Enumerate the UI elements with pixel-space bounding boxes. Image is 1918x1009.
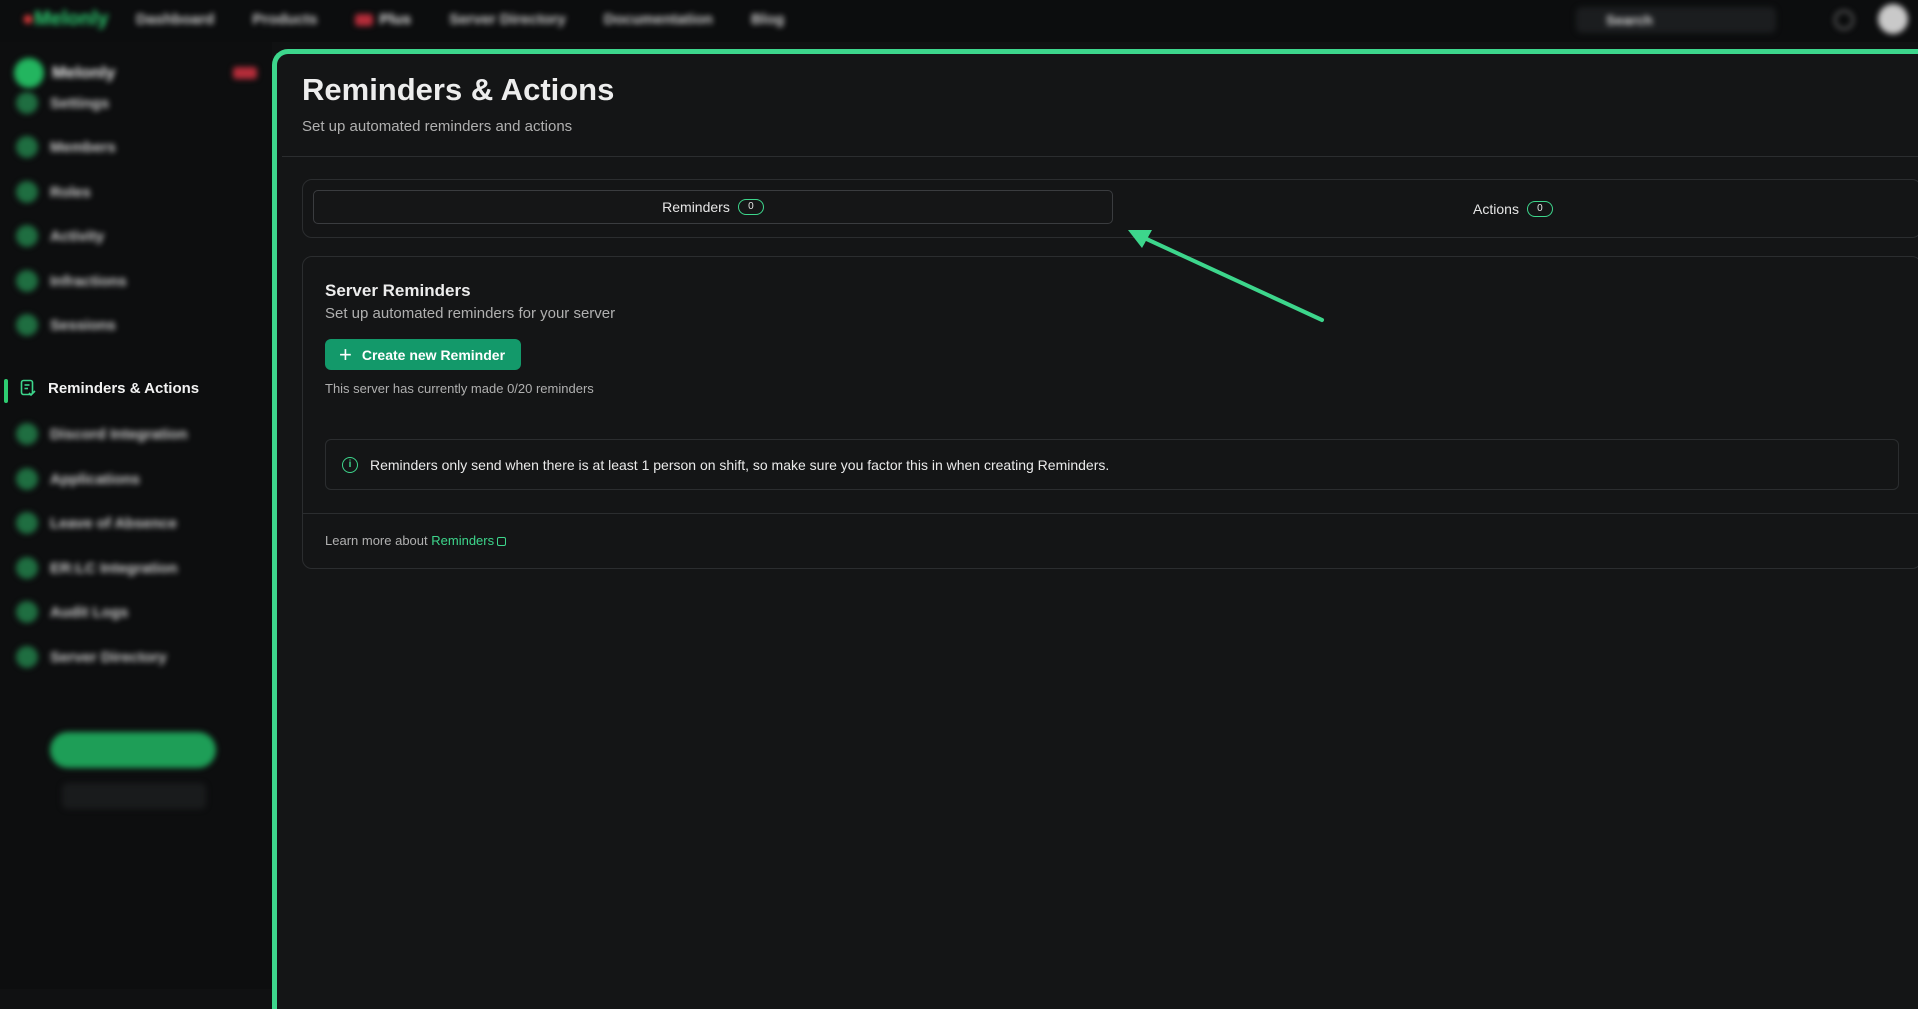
- sidebar-item-infractions[interactable]: Infractions: [16, 270, 127, 292]
- leave-icon: [16, 512, 38, 534]
- audit-logs-icon: [16, 601, 38, 623]
- header-divider: [282, 156, 1918, 157]
- directory-icon: [16, 646, 38, 668]
- external-link-icon: [497, 537, 507, 546]
- server-selector[interactable]: Melonly: [14, 58, 258, 88]
- sidebar-item-settings[interactable]: Settings: [16, 92, 109, 114]
- reminders-count-badge: 0: [737, 199, 764, 215]
- reminder-count-text: This server has currently made 0/20 remi…: [325, 381, 594, 396]
- tab-actions[interactable]: Actions 0: [1113, 192, 1913, 226]
- sidebar-item-roles[interactable]: Roles: [16, 181, 91, 203]
- card-title: Server Reminders: [325, 281, 471, 300]
- tab-reminders[interactable]: Reminders 0: [313, 190, 1113, 224]
- sessions-icon: [16, 314, 38, 336]
- sidebar-item-discord-integration[interactable]: Discord Integration: [16, 423, 188, 445]
- activity-icon: [16, 225, 38, 247]
- tab-bar: Reminders 0 Actions 0: [302, 179, 1918, 238]
- settings-icon: [16, 92, 38, 114]
- nav-plus[interactable]: Plus: [355, 11, 411, 28]
- server-name: Melonly: [52, 63, 116, 82]
- search-input[interactable]: Search: [1576, 7, 1776, 33]
- applications-icon: [16, 468, 38, 490]
- nav-products[interactable]: Products: [252, 11, 317, 28]
- sidebar-item-audit-logs[interactable]: Audit Logs: [16, 601, 128, 623]
- nav-blog[interactable]: Blog: [751, 11, 784, 28]
- actions-count-badge: 0: [1526, 201, 1553, 217]
- melonly-logo[interactable]: ●Melonly: [22, 8, 109, 31]
- info-icon: i: [342, 456, 358, 473]
- plus-badge: [233, 67, 258, 79]
- erlc-icon: [16, 557, 38, 579]
- reminders-docs-link[interactable]: Reminders: [431, 533, 507, 548]
- page-title: Reminders & Actions: [302, 72, 615, 107]
- learn-more: Learn more about Reminders: [325, 533, 507, 548]
- sidebar-item-reminders-actions[interactable]: Reminders & Actions: [20, 379, 199, 397]
- server-icon: [14, 58, 44, 88]
- sidebar-item-members[interactable]: Members: [16, 136, 116, 158]
- members-icon: [16, 136, 38, 158]
- sidebar-item-sessions[interactable]: Sessions: [16, 314, 116, 336]
- nav-dashboard[interactable]: Dashboard: [136, 11, 214, 28]
- card-subtitle: Set up automated reminders for your serv…: [325, 305, 616, 322]
- page-subtitle: Set up automated reminders and actions: [302, 118, 573, 135]
- sidebar-item-activity[interactable]: Activity: [16, 225, 104, 247]
- info-notice: i Reminders only send when there is at l…: [325, 439, 1899, 490]
- sidebar-item-server-directory[interactable]: Server Directory: [16, 646, 167, 668]
- active-indicator: [4, 379, 8, 403]
- infractions-icon: [16, 270, 38, 292]
- sidebar: Melonly Settings Members Roles Activity …: [0, 42, 272, 989]
- discord-icon: [16, 423, 38, 445]
- roles-icon: [16, 181, 38, 203]
- info-text: Reminders only send when there is at lea…: [370, 456, 1110, 473]
- tab-actions-label: Actions: [1473, 201, 1519, 217]
- reminders-icon: [20, 379, 36, 397]
- user-avatar[interactable]: [1878, 4, 1908, 34]
- tab-reminders-label: Reminders: [662, 199, 730, 215]
- premium-button[interactable]: [50, 732, 216, 768]
- card-divider: [303, 513, 1918, 514]
- nav-server-directory[interactable]: Server Directory: [449, 11, 566, 28]
- notification-bell-icon[interactable]: [1834, 10, 1854, 30]
- sidebar-item-applications[interactable]: Applications: [16, 468, 140, 490]
- create-reminder-button[interactable]: + Create new Reminder: [325, 339, 522, 370]
- nav-documentation[interactable]: Documentation: [604, 11, 713, 28]
- sidebar-item-leave-of-absence[interactable]: Leave of Absence: [16, 512, 177, 534]
- top-nav: Dashboard Products Plus Server Directory…: [136, 11, 784, 28]
- top-navigation-bar: ●Melonly Dashboard Products Plus Server …: [0, 0, 1918, 42]
- plus-icon: +: [339, 341, 352, 367]
- status-badge[interactable]: [62, 783, 206, 809]
- server-reminders-card: Server Reminders Set up automated remind…: [302, 256, 1918, 569]
- sidebar-item-erlc-integration[interactable]: ER:LC Integration: [16, 557, 178, 579]
